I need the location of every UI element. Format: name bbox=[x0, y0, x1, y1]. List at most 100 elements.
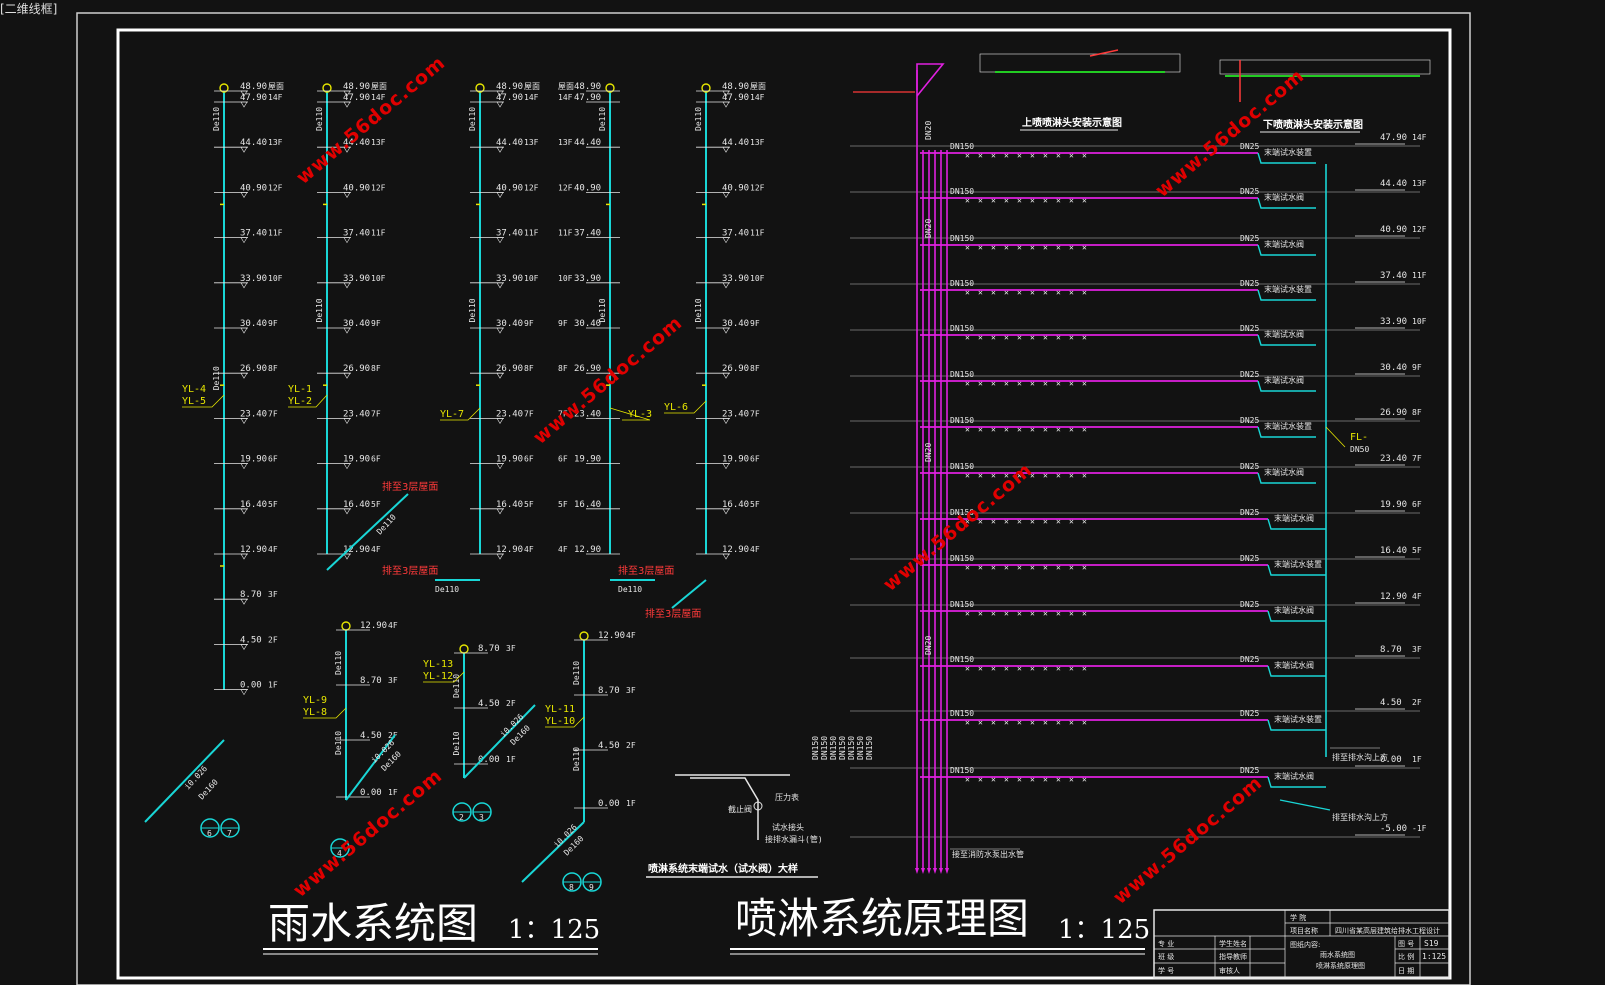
sprinkler-head: ✕ bbox=[965, 333, 970, 342]
sprinkler-head: ✕ bbox=[978, 151, 983, 160]
rain-label-yl2: YL-2 bbox=[288, 396, 312, 407]
sprinkler-head: ✕ bbox=[1017, 243, 1022, 252]
sprinkler-test-label: 末端试水阀 bbox=[1264, 239, 1304, 249]
sprinkler-head: ✕ bbox=[1030, 664, 1035, 673]
rain-c-level-elev: 16.40 bbox=[496, 500, 523, 510]
rain-b-level-floor: 5F bbox=[371, 500, 381, 509]
sprinkler-level-floor: 6F bbox=[1412, 500, 1422, 509]
sprinkler-head: ✕ bbox=[1017, 718, 1022, 727]
sprinkler-tip-size: DN25 bbox=[1240, 554, 1259, 563]
sprinkler-tip-size: DN25 bbox=[1240, 416, 1259, 425]
rain-riser-f-elev: 12.90 bbox=[360, 621, 387, 631]
rain-riser-g-size: De110 bbox=[452, 674, 461, 698]
sprinkler-test-label: 末端试水阀 bbox=[1264, 329, 1304, 339]
sprinkler-head: ✕ bbox=[965, 609, 970, 618]
sprinkler-head: ✕ bbox=[1082, 379, 1087, 388]
end-detail-label-3: 接排水漏斗(管) bbox=[765, 834, 823, 844]
sprinkler-head: ✕ bbox=[978, 243, 983, 252]
cad-drawing-canvas[interactable]: De110De11048.90 屋面47.90 14F44.40 13F40.90 12… bbox=[0, 0, 1605, 985]
sprinkler-head: ✕ bbox=[1017, 196, 1022, 205]
watermark-text: www.56doc.com bbox=[1151, 65, 1309, 202]
sprinkler-riser-arrow bbox=[927, 868, 931, 874]
rain-riser-g-label-2: YL-12 bbox=[423, 671, 453, 682]
rain-a-level-elev: 19.90 bbox=[240, 455, 267, 465]
rain-a-level-floor: 12F bbox=[268, 183, 283, 192]
rain-riser-h-elev: 4.50 bbox=[598, 741, 620, 751]
sprinkler-head: ✕ bbox=[965, 563, 970, 572]
sprinkler-head: ✕ bbox=[965, 196, 970, 205]
rain-riser-g-label-1: YL-13 bbox=[423, 659, 453, 670]
rain-riser-f-floor: 3F bbox=[388, 676, 398, 685]
rain-c-level-floor: 4F bbox=[524, 545, 534, 554]
rain-b-level-elev: 47.90 bbox=[343, 93, 370, 103]
rain-e-level-floor: 4F bbox=[750, 545, 760, 554]
sprinkler-head: ✕ bbox=[1082, 718, 1087, 727]
sprinkler-head: ✕ bbox=[1030, 151, 1035, 160]
sprinkler-roof-test bbox=[916, 63, 945, 97]
rain-riser-f-floor: 4F bbox=[388, 621, 398, 630]
rain-d-drain-note: 排至3层屋面 bbox=[618, 564, 674, 577]
rain-riser-a-size: De110 bbox=[212, 107, 221, 131]
sprinkler-head: ✕ bbox=[1043, 664, 1048, 673]
sprinkler-head: ✕ bbox=[1082, 563, 1087, 572]
sprinkler-head: ✕ bbox=[1004, 775, 1009, 784]
sprinkler-head: ✕ bbox=[1030, 243, 1035, 252]
rain-e-level-floor: 屋面 bbox=[750, 82, 766, 91]
sprinkler-tip-size: DN25 bbox=[1240, 142, 1259, 151]
rain-c-level-elev: 47.90 bbox=[496, 93, 523, 103]
rain-a-level-floor: 10F bbox=[268, 274, 283, 283]
rain-a-level-floor: 9F bbox=[268, 319, 278, 328]
rain-d-level-elev: 30.40 bbox=[574, 319, 601, 329]
rain-label-yl4: YL-4 bbox=[182, 384, 206, 395]
rain-b-level-floor: 9F bbox=[371, 319, 381, 328]
rain-a-level-elev: 40.90 bbox=[240, 183, 267, 193]
sprinkler-fl-size: DN50 bbox=[1350, 445, 1369, 454]
rain-a-level-floor: 6F bbox=[268, 455, 278, 464]
sprinkler-fl-label: FL- bbox=[1350, 432, 1368, 443]
sprinkler-head: ✕ bbox=[1056, 196, 1061, 205]
rain-e-level-floor: 9F bbox=[750, 319, 760, 328]
sprinkler-level-floor: 8F bbox=[1412, 408, 1422, 417]
rain-riser-f-size: De110 bbox=[334, 651, 343, 675]
rain-e-level-elev: 12.90 bbox=[722, 545, 749, 555]
rain-riser-g-floor: 1F bbox=[506, 755, 516, 764]
sprinkler-head: ✕ bbox=[1056, 664, 1061, 673]
sprinkler-head: ✕ bbox=[1030, 775, 1035, 784]
sprinkler-head: ✕ bbox=[978, 609, 983, 618]
rain-c-level-floor: 5F bbox=[524, 500, 534, 509]
rain-a-outlet-size: De160 bbox=[197, 777, 220, 801]
sprinkler-branch-size: DN150 bbox=[950, 600, 974, 609]
rain-e-level-floor: 12F bbox=[750, 183, 765, 192]
rain-riser-h-floor: 3F bbox=[626, 686, 636, 695]
sprinkler-test-label: 末端试水装置 bbox=[1274, 559, 1322, 569]
sprinkler-head: ✕ bbox=[1043, 151, 1048, 160]
sprinkler-head: ✕ bbox=[991, 775, 996, 784]
rain-d-level-floor: 屋面 bbox=[558, 82, 574, 91]
sprinkler-branch-size: DN150 bbox=[950, 370, 974, 379]
sprinkler-head: ✕ bbox=[978, 718, 983, 727]
sprinkler-head: ✕ bbox=[1056, 609, 1061, 618]
rain-e-level-floor: 8F bbox=[750, 364, 760, 373]
sprinkler-branch-size: DN150 bbox=[950, 766, 974, 775]
sprinkler-pump-note: 接至消防水泵出水管 bbox=[952, 849, 1024, 859]
rain-d-level-floor: 5F bbox=[558, 500, 568, 509]
rain-riser-h-floor: 4F bbox=[626, 631, 636, 640]
sprinkler-level-floor: 4F bbox=[1412, 592, 1422, 601]
title-block-project: 四川省某高层建筑给排水工程设计 bbox=[1335, 926, 1440, 935]
sprinkler-test-label: 末端试水装置 bbox=[1264, 421, 1312, 431]
sprinkler-level-elev: -5.00 bbox=[1380, 824, 1407, 834]
sprinkler-head: ✕ bbox=[1082, 609, 1087, 618]
rain-riser-c-size-2: De110 bbox=[468, 298, 477, 322]
sprinkler-head: ✕ bbox=[991, 664, 996, 673]
sprinkler-head: ✕ bbox=[1056, 517, 1061, 526]
sprinkler-level-elev: 30.40 bbox=[1380, 363, 1407, 373]
sprinkler-head: ✕ bbox=[1082, 288, 1087, 297]
rain-e-level-floor: 14F bbox=[750, 93, 765, 102]
rain-riser-e-size-2: De110 bbox=[694, 298, 703, 322]
sprinkler-head: ✕ bbox=[1030, 288, 1035, 297]
rain-d-level-elev: 26.90 bbox=[574, 364, 601, 374]
sprinkler-head: ✕ bbox=[991, 471, 996, 480]
rain-c-level-floor: 11F bbox=[524, 229, 539, 238]
watermark-text: www.56doc.com bbox=[289, 765, 447, 902]
rain-riser-b-size: De110 bbox=[315, 107, 324, 131]
